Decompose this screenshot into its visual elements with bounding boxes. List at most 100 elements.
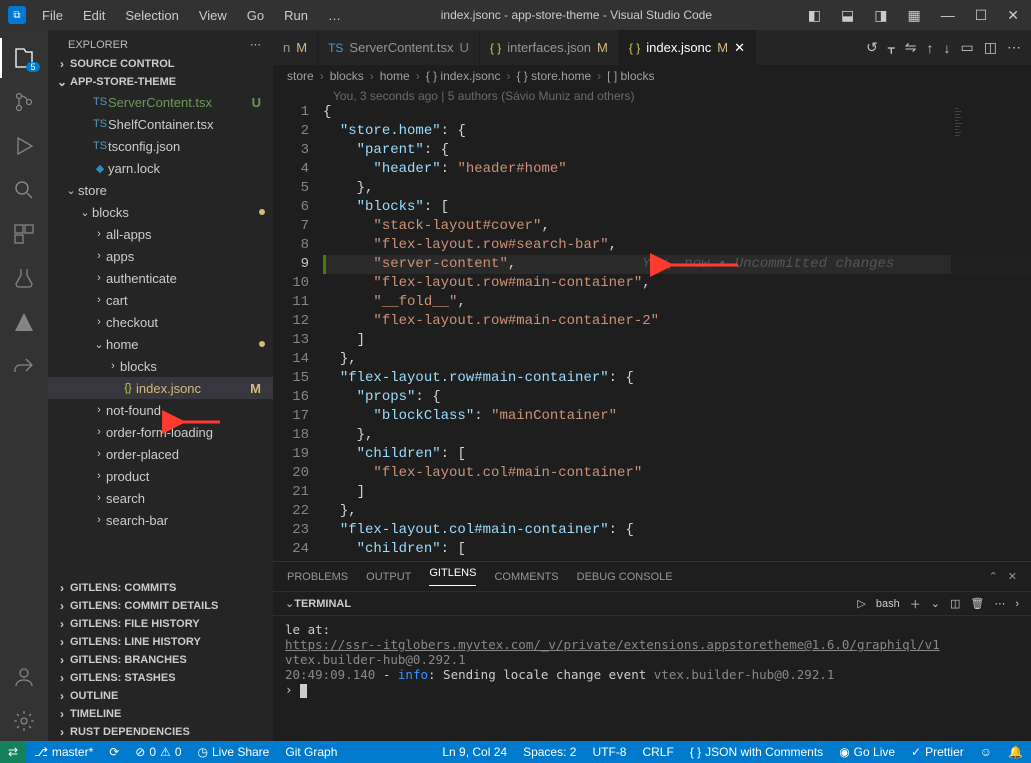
breadcrumb[interactable]: store› blocks› home› { } index.jsonc› { …	[273, 65, 1031, 87]
feedback-icon[interactable]: ☺	[972, 745, 1000, 759]
tree-item-search[interactable]: ›search	[48, 487, 273, 509]
layout-panel-right-icon[interactable]: ◨	[870, 5, 891, 26]
section-gitlens--commits[interactable]: ›GITLENS: COMMITS	[48, 579, 273, 597]
tree-item-search-bar[interactable]: ›search-bar	[48, 509, 273, 531]
timeline-icon[interactable]: ᚁ	[888, 39, 895, 56]
compare-icon[interactable]: ⇋	[905, 39, 917, 56]
prettier-button[interactable]: ✓Prettier	[903, 745, 972, 759]
tree-item-product[interactable]: ›product	[48, 465, 273, 487]
layout-panel-bottom-icon[interactable]: ⬓	[837, 5, 858, 26]
tree-item-blocks[interactable]: ›blocks	[48, 355, 273, 377]
menu-selection[interactable]: Selection	[117, 4, 186, 27]
problems-button[interactable]: ⊘0 ⚠0	[127, 745, 189, 759]
menu-go[interactable]: Go	[239, 4, 272, 27]
split-icon[interactable]: ◫	[984, 39, 997, 56]
tree-item-not-found[interactable]: ›not-found	[48, 399, 273, 421]
down-icon[interactable]: ↓	[944, 40, 951, 56]
terminal-add-icon[interactable]: ＋	[910, 596, 921, 612]
encoding[interactable]: UTF-8	[584, 745, 634, 759]
terminal-more-icon[interactable]: ⋯	[994, 597, 1005, 610]
search-icon[interactable]	[0, 170, 48, 210]
git-branch[interactable]: ⎇master*	[26, 745, 101, 759]
tree-item-home[interactable]: ⌄home	[48, 333, 273, 355]
terminal-shell-icon[interactable]: ▷	[857, 597, 865, 610]
terminal-split-icon[interactable]: ◫	[950, 597, 960, 610]
accounts-icon[interactable]	[0, 657, 48, 697]
tab-index-jsonc[interactable]: { } index.jsonc M ✕	[619, 30, 756, 65]
terminal-body[interactable]: le at: https://ssr--itglobers.myvtex.com…	[273, 616, 1031, 741]
tree-item-cart[interactable]: ›cart	[48, 289, 273, 311]
layout-grid-icon[interactable]: ▦	[903, 5, 924, 26]
tab-close-icon[interactable]: ✕	[734, 40, 745, 56]
tree-item-tsconfig-json[interactable]: TStsconfig.json	[48, 135, 273, 157]
maximize-icon[interactable]: ☐	[971, 5, 992, 26]
tree-item-order-form-loading[interactable]: ›order-form-loading	[48, 421, 273, 443]
remote-button[interactable]: ⇄	[0, 741, 26, 763]
section-gitlens--file-history[interactable]: ›GITLENS: FILE HISTORY	[48, 615, 273, 633]
menu-view[interactable]: View	[191, 4, 235, 27]
liveshare-button[interactable]: ◷Live Share	[190, 745, 278, 759]
section-gitlens--stashes[interactable]: ›GITLENS: STASHES	[48, 669, 273, 687]
terminal-chevron-right-icon[interactable]: ›	[1015, 598, 1019, 610]
panel-tab-output[interactable]: OUTPUT	[366, 571, 411, 583]
run-debug-icon[interactable]	[0, 126, 48, 166]
tree-item-shelfcontainer-tsx[interactable]: TSShelfContainer.tsx	[48, 113, 273, 135]
book-icon[interactable]: ▭	[961, 39, 974, 56]
source-control-icon[interactable]	[0, 82, 48, 122]
tree-item-yarn-lock[interactable]: ◆yarn.lock	[48, 157, 273, 179]
gear-icon[interactable]	[0, 701, 48, 741]
section-timeline[interactable]: ›TIMELINE	[48, 705, 273, 723]
menu-file[interactable]: File	[34, 4, 71, 27]
panel-tab-comments[interactable]: COMMENTS	[494, 571, 558, 583]
minimize-icon[interactable]: ―	[937, 5, 959, 25]
sync-button[interactable]: ⟳	[101, 745, 127, 759]
panel-close-icon[interactable]: ✕	[1008, 570, 1017, 583]
section-project[interactable]: ⌄APP-STORE-THEME	[48, 73, 273, 91]
gitgraph-button[interactable]: Git Graph	[277, 745, 345, 759]
chevron-down-icon[interactable]: ⌄	[931, 597, 940, 610]
section-source-control[interactable]: ›SOURCE CONTROL	[48, 55, 273, 73]
tab-interfaces[interactable]: { } interfaces.json M	[480, 30, 619, 65]
panel-tab-problems[interactable]: PROBLEMS	[287, 571, 348, 583]
atlassian-icon[interactable]	[0, 302, 48, 342]
menu-edit[interactable]: Edit	[75, 4, 113, 27]
section-gitlens--commit-details[interactable]: ›GITLENS: COMMIT DETAILS	[48, 597, 273, 615]
tab-servercontent[interactable]: TS ServerContent.tsx U	[318, 30, 480, 65]
extensions-icon[interactable]	[0, 214, 48, 254]
section-gitlens--branches[interactable]: ›GITLENS: BRANCHES	[48, 651, 273, 669]
terminal-trash-icon[interactable]: 🗑	[970, 597, 984, 610]
close-icon[interactable]: ✕	[1003, 5, 1023, 26]
panel-tab-gitlens[interactable]: GITLENS	[429, 567, 476, 586]
menu-more[interactable]: …	[320, 4, 349, 27]
tree-item-store[interactable]: ⌄store	[48, 179, 273, 201]
code-editor[interactable]: 1234567891011121314151617181920212223242…	[273, 103, 1031, 561]
explorer-icon[interactable]: 5	[0, 38, 48, 78]
terminal-shell[interactable]: bash	[876, 598, 900, 610]
tree-item-index-jsonc[interactable]: {}index.jsoncM	[48, 377, 273, 399]
panel-tab-debug[interactable]: DEBUG CONSOLE	[577, 571, 673, 583]
tree-item-blocks[interactable]: ⌄blocks	[48, 201, 273, 223]
indentation[interactable]: Spaces: 2	[515, 745, 584, 759]
eol[interactable]: CRLF	[634, 745, 681, 759]
bell-icon[interactable]: 🔔	[1000, 745, 1031, 759]
tab-partial[interactable]: n M	[273, 30, 318, 65]
up-icon[interactable]: ↑	[927, 40, 934, 56]
cursor-position[interactable]: Ln 9, Col 24	[434, 745, 515, 759]
language-mode[interactable]: { }JSON with Comments	[682, 745, 831, 759]
tab-more-icon[interactable]: ⋯	[1007, 39, 1021, 56]
share-icon[interactable]	[0, 346, 48, 386]
tree-item-authenticate[interactable]: ›authenticate	[48, 267, 273, 289]
panel-up-icon[interactable]: ⌃	[989, 570, 998, 583]
section-gitlens--line-history[interactable]: ›GITLENS: LINE HISTORY	[48, 633, 273, 651]
tree-item-all-apps[interactable]: ›all-apps	[48, 223, 273, 245]
menu-run[interactable]: Run	[276, 4, 316, 27]
history-icon[interactable]: ↺	[866, 39, 878, 56]
section-rust-dependencies[interactable]: ›RUST DEPENDENCIES	[48, 723, 273, 741]
tree-item-checkout[interactable]: ›checkout	[48, 311, 273, 333]
terminal-label[interactable]: TERMINAL	[294, 598, 351, 610]
tree-item-apps[interactable]: ›apps	[48, 245, 273, 267]
section-outline[interactable]: ›OUTLINE	[48, 687, 273, 705]
layout-panel-left-icon[interactable]: ◧	[804, 5, 825, 26]
tree-item-servercontent-tsx[interactable]: TSServerContent.tsxU	[48, 91, 273, 113]
golive-button[interactable]: ◉Go Live	[831, 745, 903, 759]
